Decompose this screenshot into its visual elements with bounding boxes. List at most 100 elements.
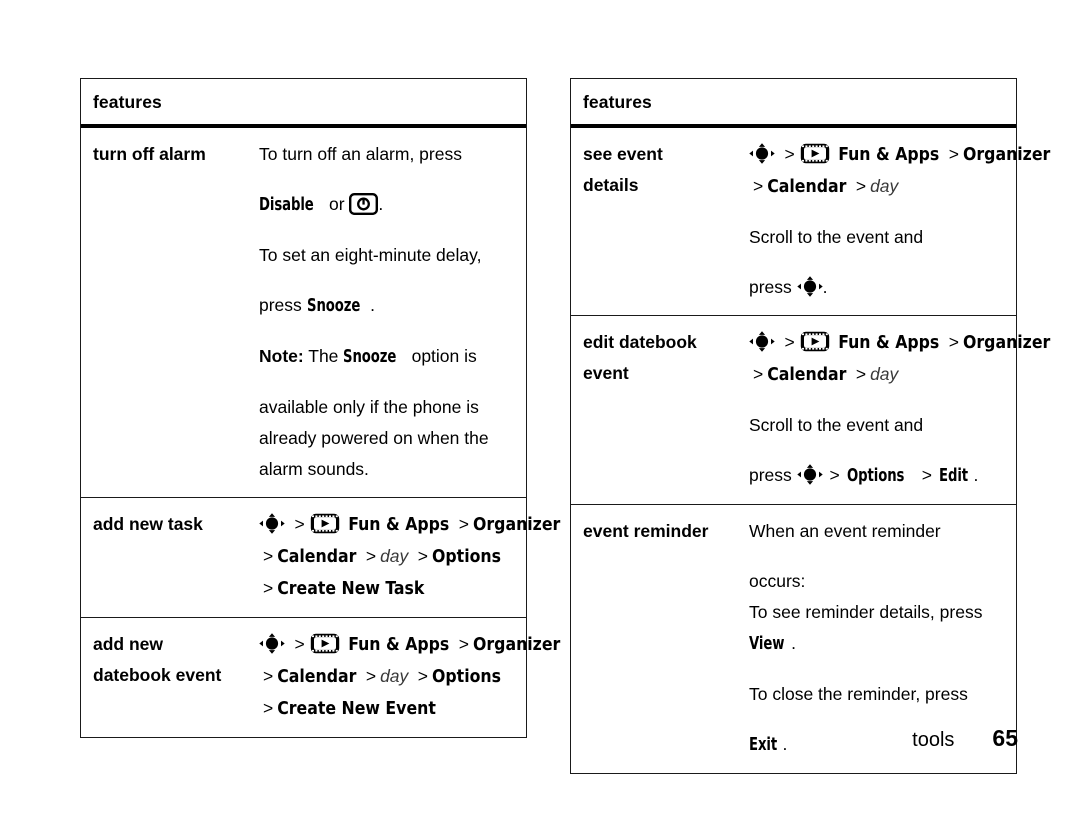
path-separator: > <box>753 364 764 384</box>
menu-path-line: > Calendar > day <box>749 171 1050 203</box>
body-text: . <box>378 194 384 214</box>
nav-key-icon <box>796 464 823 485</box>
nav-key-icon <box>749 331 775 352</box>
feature-name-cell: add new task <box>81 509 259 605</box>
feature-name-line: see event <box>583 144 663 164</box>
description-line: When an event reminder <box>749 516 1006 547</box>
menu-path-line: > Fun & Apps > Organizer <box>749 139 1050 171</box>
table-row: turn off alarm To turn off an alarm, pres… <box>81 128 526 498</box>
manual-page: features turn off alarm To turn off an ala… <box>0 0 1080 834</box>
table-header-label: features <box>93 92 162 112</box>
path-separator: > <box>263 546 274 566</box>
menu-item-label: Calendar <box>277 547 357 567</box>
path-separator: > <box>365 666 377 686</box>
menu-path-line: > Fun & Apps > Organizer <box>259 629 560 661</box>
path-separator: > <box>294 634 305 654</box>
menu-item-label: Calendar <box>277 667 357 687</box>
path-separator: > <box>263 578 274 598</box>
placeholder-term: day <box>380 546 409 566</box>
path-separator: > <box>458 634 470 654</box>
features-table-right: features see event details > Fun & Apps > O… <box>570 78 1050 774</box>
body-text: Scroll to the event and <box>749 227 924 247</box>
description-line: Disable or . <box>259 189 516 221</box>
menu-item-label: Organizer <box>963 145 1051 165</box>
footer-section-label: tools <box>912 729 955 751</box>
menu-item-label: Fun & Apps <box>348 515 450 535</box>
path-separator: > <box>784 332 795 352</box>
body-text: press <box>259 295 307 315</box>
feature-description-cell: > Fun & Apps > Organizer > Calendar > day S… <box>749 139 1060 303</box>
body-text: press <box>749 277 797 297</box>
table-header-label: features <box>583 92 652 112</box>
placeholder-term: day <box>870 364 899 384</box>
menu-item-label: Fun & Apps <box>348 635 450 655</box>
menu-item-label: Fun & Apps <box>838 333 940 353</box>
path-separator: > <box>294 514 305 534</box>
feature-name-cell: add new datebook event <box>81 629 259 725</box>
description-line: press > Options > Edit. <box>749 460 1050 492</box>
soft-key-label: Options <box>846 466 904 486</box>
body-text: . <box>973 465 979 485</box>
menu-item-label: Organizer <box>473 515 561 535</box>
path-separator: > <box>417 546 429 566</box>
description-line: To set an eight-minute delay, <box>259 240 516 271</box>
path-separator: > <box>948 332 960 352</box>
description-line: To close the reminder, press <box>749 679 1006 710</box>
nav-key-icon <box>796 276 823 297</box>
menu-item-label: Create New Event <box>277 699 436 719</box>
description-line: Note: The Snooze option is <box>259 341 516 373</box>
menu-path-line: > Create New Task <box>259 573 560 605</box>
feature-name-line: datebook event <box>93 665 222 685</box>
description-line: Scroll to the event and <box>749 410 1050 441</box>
table-row: add new task > Fun & Apps > Organizer > Ca… <box>81 498 560 618</box>
menu-path-line: > Calendar > day > Options <box>259 661 560 693</box>
feature-name-cell: see event details <box>571 139 749 303</box>
description-line: To turn off an alarm, press <box>259 139 516 170</box>
soft-key-label: Disable <box>259 195 314 215</box>
path-separator: > <box>263 666 274 686</box>
table-row: add new datebook event > Fun & Apps > Orga… <box>81 618 560 737</box>
menu-item-label: Organizer <box>963 333 1051 353</box>
table-row: see event details > Fun & Apps > Organizer… <box>571 128 1050 316</box>
table-header: features <box>571 79 1016 128</box>
description-line: press Snooze. <box>259 290 516 322</box>
placeholder-term: day <box>380 666 409 686</box>
description-line: View. <box>749 628 1006 660</box>
description-line: press . <box>749 272 1050 303</box>
features-table-left: features turn off alarm To turn off an ala… <box>80 78 560 738</box>
table-row: edit datebook event > Fun & Apps > Organiz… <box>571 316 1050 505</box>
feature-name-line: event reminder <box>583 521 709 541</box>
body-text: To turn off an alarm, press <box>259 144 462 164</box>
page-footer: tools 65 <box>0 725 1018 752</box>
feature-name-cell: turn off alarm <box>81 139 259 485</box>
path-separator: > <box>948 144 960 164</box>
menu-item-label: Fun & Apps <box>838 145 940 165</box>
menu-path-line: > Calendar > day <box>749 359 1050 391</box>
feature-name-line: add new task <box>93 514 203 534</box>
placeholder-term: day <box>870 176 899 196</box>
soft-key-label: Snooze <box>343 347 397 367</box>
feature-description-cell: > Fun & Apps > Organizer > Calendar > day >… <box>259 509 570 605</box>
nav-key-icon <box>259 633 285 654</box>
feature-name-line: event <box>583 363 629 383</box>
feature-name-line: turn off alarm <box>93 144 206 164</box>
body-text: available only if the phone is <box>259 397 479 417</box>
feature-description-cell: > Fun & Apps > Organizer > Calendar > day >… <box>259 629 570 725</box>
description-line: occurs: <box>749 566 1006 597</box>
body-text: To close the reminder, press <box>749 684 968 704</box>
menu-path-line: > Fun & Apps > Organizer <box>749 327 1050 359</box>
footer-page-number: 65 <box>992 725 1018 751</box>
nav-key-icon <box>749 143 775 164</box>
description-line: To see reminder details, press <box>749 597 1006 628</box>
body-text <box>823 465 828 485</box>
soft-key-label: Edit <box>938 466 968 486</box>
fun-apps-icon <box>310 513 340 534</box>
path-separator: > <box>263 698 274 718</box>
soft-key-label: Snooze <box>306 296 360 316</box>
description-line: available only if the phone is <box>259 392 516 423</box>
body-text: . <box>822 277 828 297</box>
menu-item-label: Create New Task <box>277 579 425 599</box>
fun-apps-icon <box>800 331 830 352</box>
power-alarm-icon <box>349 193 379 216</box>
path-separator: > <box>458 514 470 534</box>
